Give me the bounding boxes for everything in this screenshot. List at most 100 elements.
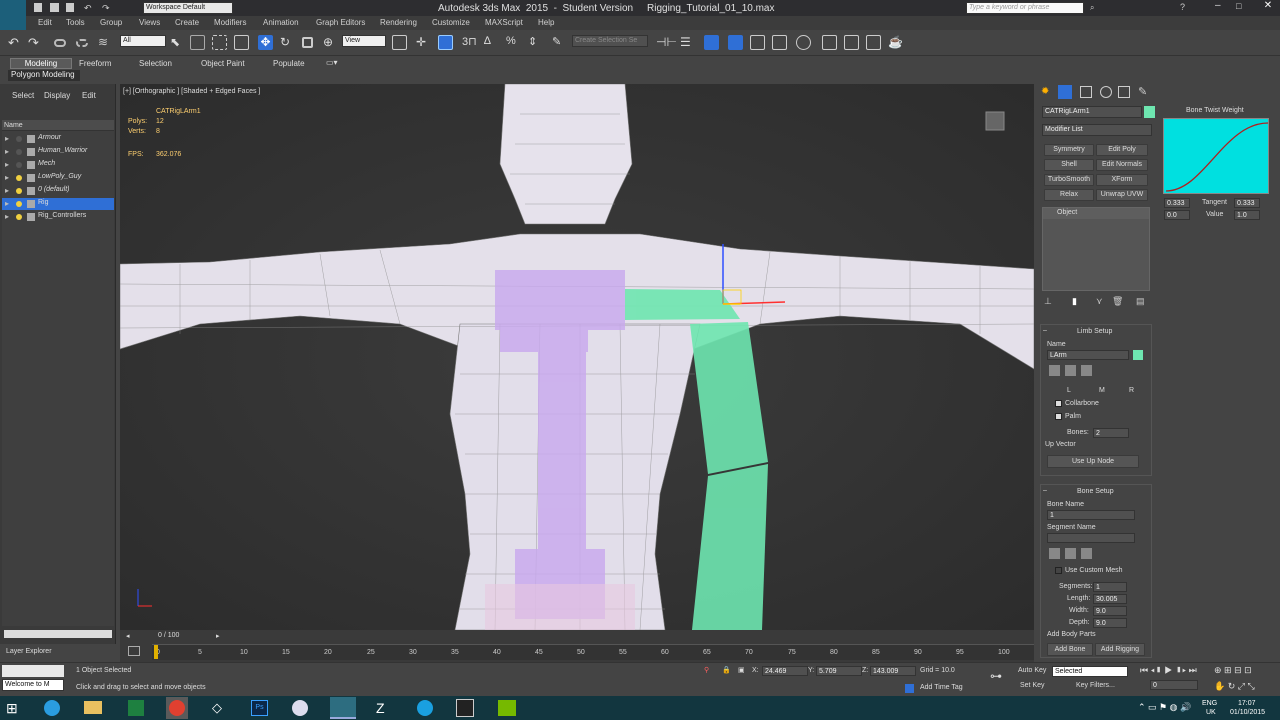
rollout-toggle-icon[interactable]: – bbox=[1043, 327, 1047, 334]
layer-row[interactable]: ▸ 0 (default) bbox=[2, 185, 114, 197]
limb-color-swatch[interactable] bbox=[1133, 350, 1143, 360]
modifier-xform-button[interactable]: XForm bbox=[1096, 174, 1148, 186]
rectangular-selection-icon[interactable] bbox=[212, 35, 227, 50]
ribbon-tab-modeling[interactable]: Modeling bbox=[10, 58, 72, 69]
named-selection-sets-input[interactable]: Create Selection Se bbox=[572, 35, 648, 47]
side-r-radio[interactable]: R bbox=[1129, 387, 1134, 394]
layer-row[interactable]: ▸ Armour bbox=[2, 133, 114, 145]
graphite-toolbar-icon[interactable] bbox=[750, 35, 765, 50]
menu-help[interactable]: Help bbox=[538, 18, 554, 27]
menu-group[interactable]: Group bbox=[100, 18, 122, 27]
next-frame-icon[interactable]: ▸ bbox=[216, 632, 220, 640]
object-color-swatch[interactable] bbox=[1144, 106, 1155, 118]
ribbon-tab-populate[interactable]: Populate bbox=[273, 59, 305, 68]
set-key-key-icon[interactable]: ⊶ bbox=[990, 669, 1002, 683]
menu-rendering[interactable]: Rendering bbox=[380, 18, 417, 27]
tangent-spinner[interactable]: 0.333 bbox=[1234, 198, 1260, 208]
add-rigging-button[interactable]: Add Rigging bbox=[1095, 643, 1145, 656]
paste-limb-icon[interactable] bbox=[1065, 365, 1076, 376]
search-icon[interactable]: ⌕ bbox=[1090, 3, 1094, 13]
layer-row[interactable]: ▸ Human_Warrior bbox=[2, 146, 114, 158]
collarbone-checkbox[interactable] bbox=[1055, 400, 1062, 407]
input-language[interactable]: ENG bbox=[1202, 700, 1217, 707]
render-production-icon[interactable]: ☕ bbox=[888, 35, 903, 50]
show-end-result-icon[interactable]: ▮ bbox=[1072, 296, 1077, 307]
snaps-toggle-icon[interactable]: 3⊓ bbox=[462, 35, 477, 50]
new-file-icon[interactable] bbox=[34, 3, 42, 12]
modifier-unwrap-uvw-button[interactable]: Unwrap UVW bbox=[1096, 189, 1148, 201]
menu-graph-editors[interactable]: Graph Editors bbox=[316, 18, 365, 27]
layer-visibility-icon[interactable] bbox=[16, 201, 22, 207]
paste-mirror-limb-icon[interactable] bbox=[1081, 365, 1092, 376]
rendered-frame-window-icon[interactable] bbox=[866, 35, 881, 50]
rotate-icon[interactable]: ↻ bbox=[280, 35, 295, 50]
modifier-symmetry-button[interactable]: Symmetry bbox=[1044, 144, 1094, 156]
ribbon-tab-freeform[interactable]: Freeform bbox=[79, 59, 111, 68]
layer-visibility-icon[interactable] bbox=[16, 136, 22, 142]
explorer-tab-select[interactable]: Select bbox=[12, 91, 34, 100]
stack-item-object[interactable]: Object bbox=[1043, 208, 1149, 219]
pin-stack-icon[interactable]: ⊥ bbox=[1044, 296, 1052, 307]
menu-create[interactable]: Create bbox=[175, 18, 199, 27]
column-header[interactable]: Name bbox=[2, 120, 114, 131]
steam-icon[interactable] bbox=[292, 700, 308, 716]
perspective-viewport[interactable]: [+] [Orthographic ] [Shaded + Edged Face… bbox=[120, 84, 1034, 630]
3dsmax-taskbar-icon[interactable] bbox=[330, 697, 356, 719]
twist-value-2-spinner[interactable]: 0.0 bbox=[1164, 210, 1190, 220]
clock-date[interactable]: 01/10/2015 bbox=[1230, 709, 1265, 716]
search-input[interactable]: Type a keyword or phrase bbox=[966, 2, 1084, 14]
selection-lock-icon[interactable]: 🔒 bbox=[722, 666, 731, 674]
spinner-snap-icon[interactable]: ⇕ bbox=[528, 35, 543, 50]
time-slider[interactable]: ◂ 0 / 100 ▸ 0510152025303540455055606570… bbox=[120, 630, 1034, 662]
track-bar[interactable]: 0510152025303540455055606570758085909510… bbox=[152, 644, 1034, 660]
select-object-icon[interactable]: ⬉ bbox=[170, 35, 185, 50]
explorer-tab-edit[interactable]: Edit bbox=[82, 91, 96, 100]
menu-customize[interactable]: Customize bbox=[432, 18, 470, 27]
curve-editor-icon[interactable] bbox=[772, 35, 787, 50]
layer-row[interactable]: ▸ Rig bbox=[2, 198, 114, 210]
reference-coordinate-dropdown[interactable]: View bbox=[342, 35, 386, 47]
layer-row[interactable]: ▸ LowPoly_Guy bbox=[2, 172, 114, 184]
undo-icon[interactable]: ↶ bbox=[8, 35, 23, 50]
windows-start-icon[interactable]: ⊞ bbox=[6, 700, 22, 716]
side-l-radio[interactable]: L bbox=[1067, 387, 1071, 394]
window-crossing-icon[interactable] bbox=[234, 35, 249, 50]
modifier-stack[interactable]: Object bbox=[1042, 207, 1150, 291]
epic-games-icon[interactable] bbox=[456, 699, 474, 717]
ribbon-tab-selection[interactable]: Selection bbox=[139, 59, 172, 68]
expand-arrow-icon[interactable]: ▸ bbox=[5, 173, 9, 182]
maxscript-listener-top[interactable] bbox=[2, 665, 64, 677]
skype-icon[interactable] bbox=[417, 700, 433, 716]
use-custom-mesh-checkbox[interactable] bbox=[1055, 567, 1062, 574]
isolate-selection-icon[interactable]: ⚲ bbox=[704, 666, 709, 674]
select-by-name-icon[interactable] bbox=[190, 35, 205, 50]
key-mode-dropdown[interactable]: Selected bbox=[1052, 666, 1128, 677]
redo-icon[interactable]: ↷ bbox=[102, 3, 110, 14]
layer-explorer-icon[interactable] bbox=[728, 35, 743, 50]
configure-modifier-sets-icon[interactable]: ▤ bbox=[1136, 296, 1145, 307]
layer-row[interactable]: ▸ Rig_Controllers bbox=[2, 211, 114, 223]
viewport-nav-icons[interactable]: ⊕ ⊞ ⊟ ⊡ bbox=[1214, 665, 1252, 676]
absolute-mode-icon[interactable]: ▣ bbox=[738, 666, 745, 674]
modifier-list-dropdown[interactable]: Modifier List bbox=[1042, 124, 1152, 136]
layer-visibility-icon[interactable] bbox=[16, 149, 22, 155]
y-coord-field[interactable]: 5.709 bbox=[816, 666, 862, 676]
add-bone-button[interactable]: Add Bone bbox=[1047, 643, 1093, 656]
viewport-nav-icons-2[interactable]: ✋ ↻ ⤢ ⤡ bbox=[1214, 681, 1255, 692]
depth-spinner[interactable]: 9.0 bbox=[1093, 618, 1127, 628]
modifier-shell-button[interactable]: Shell bbox=[1044, 159, 1094, 171]
ribbon-tab-object-paint[interactable]: Object Paint bbox=[201, 59, 245, 68]
internet-explorer-icon[interactable] bbox=[44, 700, 60, 716]
menu-tools[interactable]: Tools bbox=[66, 18, 85, 27]
limb-setup-title[interactable]: Limb Setup bbox=[1077, 328, 1112, 335]
rollout-toggle-icon[interactable]: – bbox=[1043, 487, 1047, 494]
keyboard-shortcut-override-icon[interactable] bbox=[438, 35, 453, 50]
close-button[interactable]: ✕ bbox=[1256, 0, 1280, 14]
palm-checkbox[interactable] bbox=[1055, 413, 1062, 420]
side-m-radio[interactable]: M bbox=[1099, 387, 1105, 394]
layer-visibility-icon[interactable] bbox=[16, 214, 22, 220]
help-icon[interactable]: ? bbox=[1180, 2, 1185, 12]
menu-animation[interactable]: Animation bbox=[263, 18, 299, 27]
nvidia-icon[interactable] bbox=[498, 700, 516, 716]
segment-name-field[interactable] bbox=[1047, 533, 1135, 543]
